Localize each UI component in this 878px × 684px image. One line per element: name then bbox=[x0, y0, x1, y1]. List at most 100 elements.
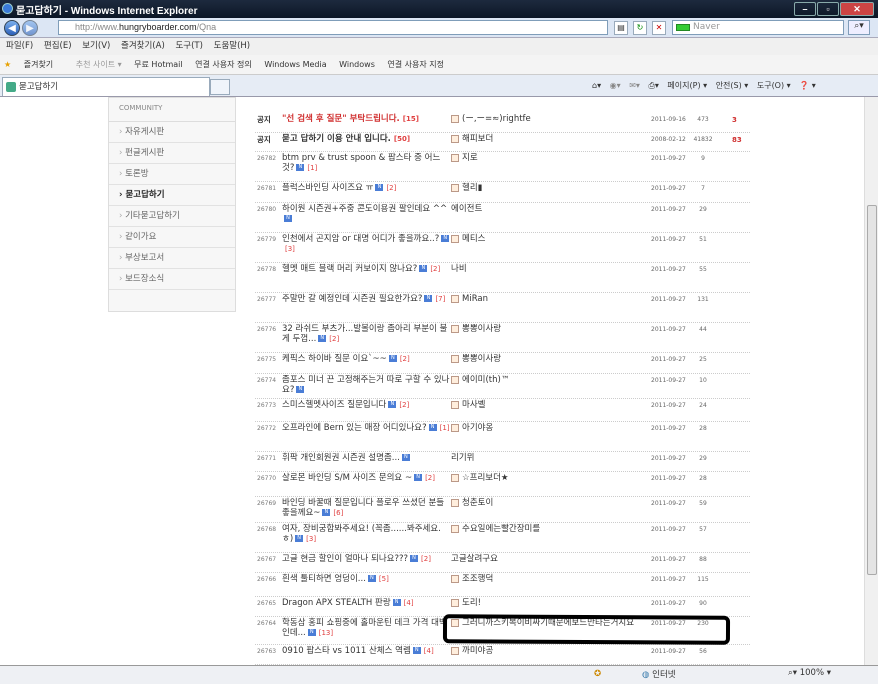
comment-count[interactable]: [3] bbox=[306, 535, 316, 543]
address-input[interactable]: http://www.hungryboarder.com/Qna bbox=[58, 20, 608, 35]
post-author[interactable]: 청춘토이 bbox=[451, 498, 579, 508]
post-title-text[interactable]: 플럭스바인딩 사이즈요 ㅠ bbox=[282, 183, 373, 193]
comment-count[interactable]: [2] bbox=[430, 265, 440, 273]
new-tab-button[interactable] bbox=[210, 79, 230, 95]
post-title-text[interactable]: 32 라쉬드 부츠가...발볼이랑 좀아리 부분이 불게 두껍... bbox=[282, 324, 447, 344]
comment-count[interactable]: [2] bbox=[386, 184, 396, 192]
sidebar-item[interactable]: 기타묻고답하기 bbox=[109, 206, 235, 227]
menu-file[interactable]: 파일(F) bbox=[6, 41, 33, 51]
post-title-text[interactable]: btm prv & trust spoon & 팝스타 중 어느것? bbox=[282, 153, 440, 173]
help-menu[interactable]: ❓ ▾ bbox=[799, 81, 816, 90]
comment-count[interactable]: [3] bbox=[285, 245, 295, 253]
post-title-text[interactable]: 하이원 시즌권+주중 콘도이용권 팔인데요 ^^ bbox=[282, 204, 447, 214]
post-title[interactable]: 오프라인에 Bern 있는 매장 어디있나요? N [1] bbox=[282, 423, 450, 433]
fav-windows-media[interactable]: Windows Media bbox=[264, 60, 326, 69]
comment-count[interactable]: [6] bbox=[333, 509, 343, 517]
post-author[interactable]: 나비 bbox=[451, 264, 579, 274]
author-name[interactable]: 수요일에는빨간장미를 bbox=[462, 524, 540, 534]
safety-menu[interactable]: 안전(S) ▾ bbox=[716, 81, 749, 90]
author-name[interactable]: 도리! bbox=[462, 598, 481, 608]
post-author[interactable]: (ー,ー=≈)rightfe bbox=[451, 114, 579, 124]
post-author[interactable]: 해피보더 bbox=[451, 134, 579, 144]
post-author[interactable]: 리기뮈 bbox=[451, 453, 579, 463]
author-name[interactable]: MiRan bbox=[462, 294, 488, 304]
author-name[interactable]: 청춘토이 bbox=[462, 498, 493, 508]
close-button[interactable]: ✕ bbox=[840, 2, 874, 16]
comment-count[interactable]: [50] bbox=[394, 135, 410, 143]
post-author[interactable]: 에이미(th)™ bbox=[451, 375, 579, 385]
maximize-button[interactable]: ▫ bbox=[817, 2, 839, 16]
author-name[interactable]: 뽕뽕이사랑 bbox=[462, 354, 501, 364]
menu-tools[interactable]: 도구(T) bbox=[175, 41, 202, 51]
post-title-text[interactable]: 학동삼 홍피 쇼핑중에 홀마운틴 데크 가격 대박인데... bbox=[282, 618, 447, 638]
search-input[interactable]: Naver bbox=[672, 20, 844, 35]
post-title[interactable]: 32 라쉬드 부츠가...발볼이랑 좀아리 부분이 불게 두껍... N [2] bbox=[282, 324, 450, 344]
author-name[interactable]: 리기뮈 bbox=[451, 453, 474, 463]
search-button[interactable]: ⌕▾ bbox=[848, 20, 870, 35]
post-author[interactable]: 뽕뽕이사랑 bbox=[451, 354, 579, 364]
post-title-text[interactable]: 흰색 툴티하면 엉덩이... bbox=[282, 574, 366, 584]
post-author[interactable]: MiRan bbox=[451, 294, 579, 304]
feeds-icon[interactable]: ◉▾ bbox=[610, 81, 621, 90]
author-name[interactable]: 고글살려구요 bbox=[451, 554, 498, 564]
scrollbar-thumb[interactable] bbox=[867, 205, 877, 575]
comment-count[interactable]: [1] bbox=[440, 424, 450, 432]
home-icon[interactable]: ⌂▾ bbox=[592, 81, 601, 90]
comment-count[interactable]: [5] bbox=[379, 575, 389, 583]
forward-button[interactable]: ▶ bbox=[22, 20, 38, 36]
post-title[interactable]: btm prv & trust spoon & 팝스타 중 어느것? N [1] bbox=[282, 153, 450, 173]
sidebar-item[interactable]: 자유게시판 bbox=[109, 122, 235, 143]
sidebar-item[interactable]: 묻고답하기 bbox=[109, 185, 235, 206]
zoom-level[interactable]: ⌕▾ 100% ▾ bbox=[788, 668, 831, 678]
post-author[interactable]: 아기야옹 bbox=[451, 423, 579, 433]
post-title[interactable]: 헬멧 매트 블랙 머리 커보이지 않나요? N [2] bbox=[282, 264, 450, 274]
post-title[interactable]: 케픽스 하이바 질문 이요`~~ N [2] bbox=[282, 354, 450, 364]
sidebar-item[interactable]: 토론방 bbox=[109, 164, 235, 185]
post-title-text[interactable]: 오프라인에 Bern 있는 매장 어디있나요? bbox=[282, 423, 427, 433]
post-title-text[interactable]: "선 검색 후 질문" 부탁드립니다. bbox=[282, 114, 400, 124]
post-title-text[interactable]: 휘팍 개인회원권 시즌권 설명좀... bbox=[282, 453, 400, 463]
post-author[interactable]: 조조행덕 bbox=[451, 574, 579, 584]
comment-count[interactable]: [4] bbox=[404, 599, 414, 607]
post-title[interactable]: 고글 현금 할인이 얼마나 되나요??? N [2] bbox=[282, 554, 450, 564]
menu-edit[interactable]: 편집(E) bbox=[44, 41, 72, 51]
post-title[interactable]: 인천에서 곤지암 or 대명 어디가 좋을까요..? N [3] bbox=[282, 234, 450, 254]
tab-qna[interactable]: 묻고답하기 bbox=[2, 77, 210, 96]
comment-count[interactable]: [13] bbox=[319, 629, 333, 637]
post-title[interactable]: 휘팍 개인회원권 시즌권 설명좀... N bbox=[282, 453, 450, 463]
sidebar-item[interactable]: 부상보고서 bbox=[109, 248, 235, 269]
menu-view[interactable]: 보기(V) bbox=[82, 41, 110, 51]
author-name[interactable]: 마사벨 bbox=[462, 400, 485, 410]
author-name[interactable]: 조조행덕 bbox=[462, 574, 493, 584]
post-title[interactable]: 바인딩 바꿀때 질문입니다 플로우 쓰셨던 분들 좋을께요~ N [6] bbox=[282, 498, 450, 518]
sidebar-item[interactable]: 같이가요 bbox=[109, 227, 235, 248]
refresh-icon[interactable]: ↻ bbox=[633, 21, 647, 35]
comment-count[interactable]: [15] bbox=[403, 115, 419, 123]
author-name[interactable]: 에이전트 bbox=[451, 204, 482, 214]
page-menu[interactable]: 페이지(P) ▾ bbox=[667, 81, 707, 90]
mail-icon[interactable]: ✉▾ bbox=[629, 81, 640, 90]
post-author[interactable]: ☆프리보더★ bbox=[451, 473, 579, 483]
sidebar-item[interactable]: 보드장소식 bbox=[109, 269, 235, 290]
fav-suggested[interactable]: 추천 사이트 ▾ bbox=[76, 60, 122, 69]
post-title-text[interactable]: 묻고 답하기 이용 안내 입니다. bbox=[282, 134, 391, 144]
comment-count[interactable]: [7] bbox=[435, 295, 445, 303]
fav-customize[interactable]: 연결 사용자 정의 bbox=[195, 60, 252, 69]
comment-count[interactable]: [4] bbox=[424, 647, 434, 655]
post-title-text[interactable]: 헬멧 매트 블랙 머리 커보이지 않나요? bbox=[282, 264, 417, 274]
post-title[interactable]: 여자, 장비궁합봐주세요! (꼭좀......봐주세요.ㅎ) N [3] bbox=[282, 524, 450, 544]
comment-count[interactable]: [2] bbox=[421, 555, 431, 563]
post-title-text[interactable]: 스미스헬멧사이즈 질문입니다 bbox=[282, 400, 386, 410]
author-name[interactable]: (ー,ー=≈)rightfe bbox=[462, 114, 531, 124]
post-title[interactable]: 학동삼 홍피 쇼핑중에 홀마운틴 데크 가격 대박인데... N [13] bbox=[282, 618, 450, 638]
menu-favorites[interactable]: 즐겨찾기(A) bbox=[121, 41, 165, 51]
author-name[interactable]: 헬리▮ bbox=[462, 183, 482, 193]
post-title-text[interactable]: 0910 팝스타 vs 1011 산체스 역렘 bbox=[282, 646, 411, 656]
print-icon[interactable]: ⎙▾ bbox=[648, 81, 658, 90]
author-name[interactable]: 나비 bbox=[451, 264, 467, 274]
menu-help[interactable]: 도움말(H) bbox=[214, 41, 250, 51]
post-title-text[interactable]: 바인딩 바꿀때 질문입니다 플로우 쓰셨던 분들 좋을께요~ bbox=[282, 498, 444, 518]
author-name[interactable]: 에이미(th)™ bbox=[462, 375, 509, 385]
post-title[interactable]: Dragon APX STEALTH 판랑 N [4] bbox=[282, 598, 450, 608]
comment-count[interactable]: [2] bbox=[425, 474, 435, 482]
